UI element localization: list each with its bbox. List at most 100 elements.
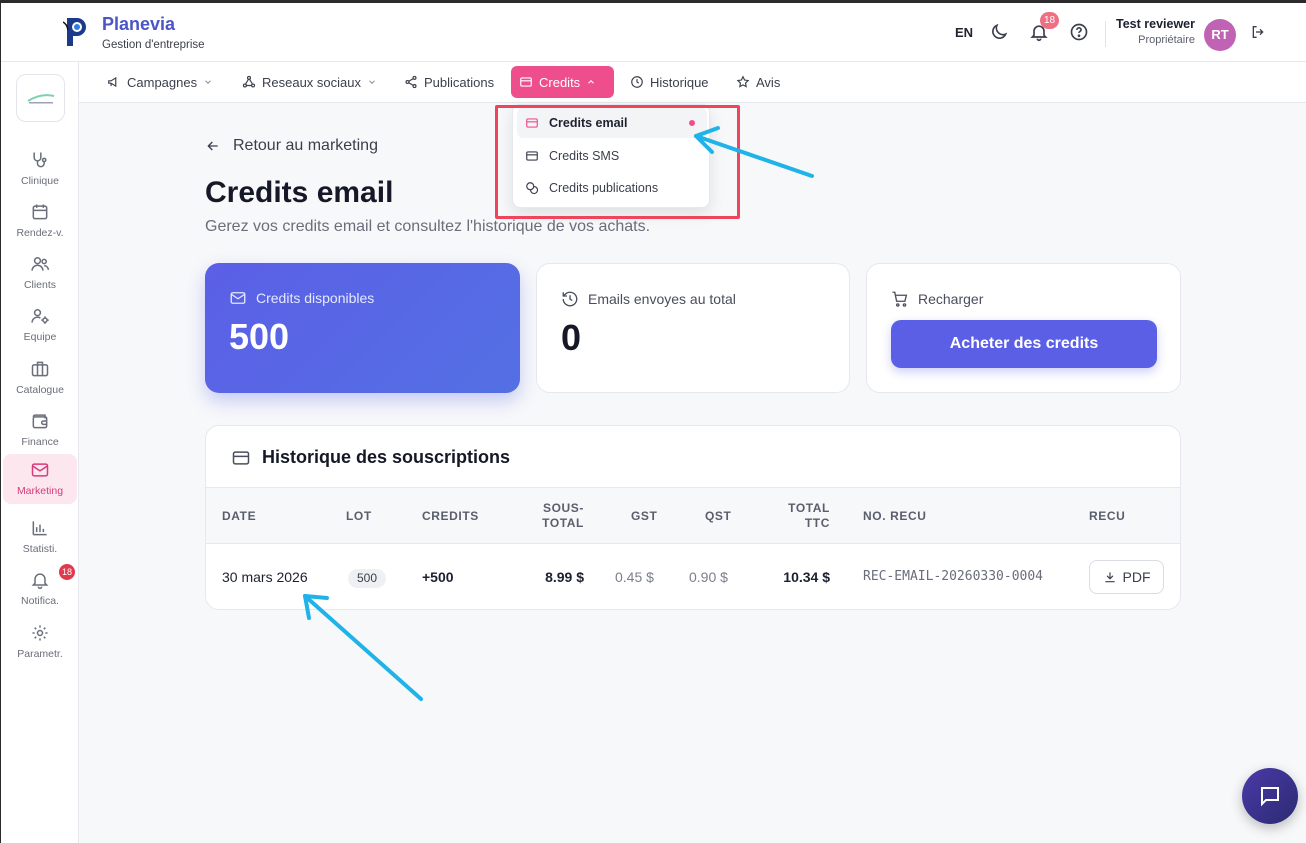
row-total: 10.34 $	[783, 569, 830, 585]
sidebar-item-label: Catalogue	[16, 384, 64, 396]
star-icon	[736, 75, 750, 88]
language-switch[interactable]: EN	[955, 25, 973, 40]
subscription-history-panel: Historique des souscriptions DATE LOT CR…	[205, 425, 1181, 610]
sidebar-item-clients[interactable]: Clients	[3, 248, 77, 298]
sidebar-item-statistiques[interactable]: Statisti.	[3, 512, 77, 562]
column-header-subtotal: SOUS- TOTAL	[542, 501, 584, 530]
marketing-subnav: Campagnes Reseaux sociaux Publications C…	[79, 62, 1306, 103]
sidebar-item-catalogue[interactable]: Catalogue	[3, 353, 77, 403]
tab-label: Reseaux sociaux	[262, 74, 361, 90]
network-icon	[242, 75, 256, 88]
column-header-date: DATE	[222, 509, 257, 523]
annotation-arrow-date	[303, 594, 423, 701]
sidebar-item-label: Parametr.	[17, 648, 63, 660]
clinic-logo-icon	[27, 94, 55, 104]
pdf-label: PDF	[1122, 569, 1151, 585]
tab-label: Avis	[756, 74, 781, 90]
column-header-gst: GST	[631, 509, 658, 523]
clinic-logo[interactable]	[16, 74, 65, 122]
chat-button[interactable]	[1242, 768, 1298, 824]
sidebar-item-finance[interactable]: Finance	[3, 405, 77, 455]
briefcase-icon	[31, 361, 49, 377]
sidebar-item-rendez-vous[interactable]: Rendez-v.	[3, 196, 77, 246]
sidebar-item-equipe[interactable]: Equipe	[3, 300, 77, 350]
megaphone-icon	[108, 76, 117, 88]
row-lot: 500	[348, 569, 387, 588]
tab-publications[interactable]: Publications	[396, 66, 502, 98]
row-subtotal: 8.99 $	[545, 569, 584, 585]
brand-subtitle: Gestion d'entreprise	[102, 39, 205, 51]
mail-icon	[230, 292, 246, 304]
sidebar-item-label: Marketing	[16, 485, 64, 497]
user-role: Propriétaire	[1138, 34, 1195, 46]
tab-label: Credits	[539, 74, 581, 90]
sidebar-item-parametres[interactable]: Parametr.	[3, 617, 77, 667]
column-header-credits: CREDITS	[422, 509, 479, 523]
bell-icon	[31, 573, 49, 590]
chevron-down-icon	[369, 80, 375, 84]
back-to-marketing-link[interactable]: Retour au marketing	[205, 137, 378, 155]
share-icon	[405, 75, 417, 89]
page-subtitle: Gerez vos credits email et consultez l'h…	[205, 218, 651, 235]
bar-chart-icon	[32, 521, 47, 536]
sidebar-item-label: Statisti.	[22, 543, 58, 555]
card-icon	[520, 77, 532, 87]
moon-icon[interactable]	[989, 22, 1009, 42]
planevia-logo-icon[interactable]	[63, 16, 89, 48]
top-header: Planevia Gestion d'entreprise EN 18 Test…	[1, 3, 1306, 62]
gear-icon	[32, 625, 48, 641]
row-credits: +500	[422, 569, 454, 585]
header-divider	[1105, 21, 1106, 47]
card-label: Recharger	[891, 290, 983, 308]
tab-avis[interactable]: Avis	[728, 66, 788, 98]
notification-badge: 18	[59, 564, 75, 580]
history-icon	[562, 291, 578, 307]
logout-icon[interactable]	[1250, 24, 1266, 40]
sidebar: Clinique Rendez-v. Clients Equipe Catalo…	[1, 62, 79, 843]
row-qst: 0.90 $	[689, 569, 728, 585]
help-icon[interactable]	[1069, 22, 1089, 42]
notification-badge: 18	[1040, 12, 1059, 29]
tab-historique[interactable]: Historique	[622, 66, 717, 98]
chevron-down-icon	[205, 80, 211, 84]
history-title: Historique des souscriptions	[262, 447, 511, 467]
brand-title: Planevia	[102, 14, 176, 34]
download-pdf-button[interactable]: PDF	[1089, 560, 1164, 594]
sidebar-item-label: Notifica.	[21, 595, 59, 607]
sidebar-item-label: Clinique	[21, 175, 59, 187]
emails-sent-value: 0	[561, 317, 582, 358]
annotation-highlight-box	[495, 105, 740, 219]
users-icon	[31, 257, 50, 271]
column-header-total: TOTAL TTC	[788, 501, 830, 530]
tab-label: Campagnes	[127, 74, 198, 90]
tab-label: Historique	[650, 74, 709, 90]
page-title: Credits email	[205, 176, 394, 209]
tab-label: Publications	[424, 74, 495, 90]
download-icon	[1104, 572, 1115, 583]
sidebar-item-clinique[interactable]: Clinique	[3, 144, 77, 194]
mail-icon	[31, 463, 49, 477]
card-label: Emails envoyes au total	[561, 290, 736, 308]
sidebar-item-label: Finance	[21, 436, 59, 448]
column-header-lot: LOT	[346, 509, 372, 523]
tab-credits[interactable]: Credits	[511, 66, 614, 98]
team-settings-icon	[31, 309, 49, 324]
buy-credits-button[interactable]: Acheter des credits	[891, 320, 1157, 368]
card-label: Credits disponibles	[229, 289, 374, 307]
stethoscope-icon	[33, 152, 47, 168]
emails-sent-card: Emails envoyes au total 0	[536, 263, 850, 393]
sidebar-item-marketing[interactable]: Marketing	[3, 454, 77, 504]
row-gst: 0.45 $	[615, 569, 654, 585]
recharge-label: Recharger	[918, 291, 984, 307]
tab-campagnes[interactable]: Campagnes	[99, 66, 221, 98]
column-header-qst: QST	[705, 509, 732, 523]
column-header-receipt-no: NO. RECU	[863, 509, 927, 523]
available-credits-value: 500	[229, 316, 290, 357]
sidebar-item-label: Rendez-v.	[16, 227, 64, 239]
tab-reseaux-sociaux[interactable]: Reseaux sociaux	[234, 66, 385, 98]
avatar[interactable]: RT	[1204, 19, 1236, 51]
available-credits-card: Credits disponibles 500	[205, 263, 520, 393]
user-name: Test reviewer	[1116, 17, 1195, 31]
chevron-up-icon	[588, 80, 595, 84]
clock-icon	[631, 76, 643, 88]
